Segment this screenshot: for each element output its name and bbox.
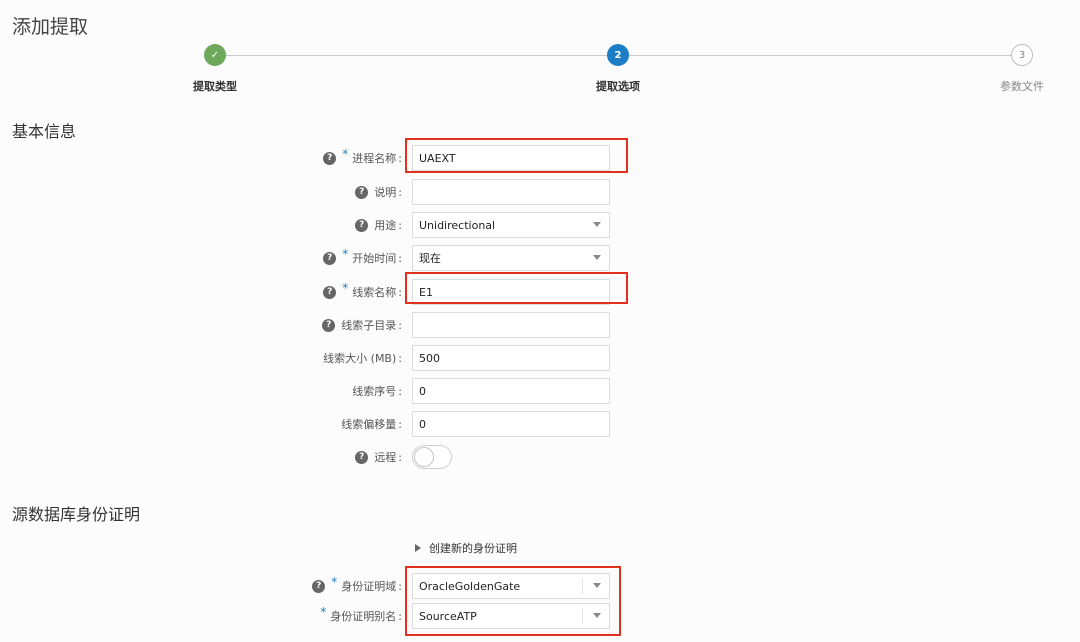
step-3-marker[interactable]: 3: [1011, 44, 1033, 66]
credential-alias-label: * 身份证明别名:: [320, 605, 402, 623]
trail-offset-input[interactable]: 0: [412, 411, 610, 437]
chevron-down-icon[interactable]: [593, 255, 601, 260]
highlight-box-process-name: [405, 138, 628, 173]
trail-size-label: 线索大小 (MB):: [323, 351, 402, 366]
required-marker: *: [331, 575, 338, 589]
section-credentials-title: 源数据库身份证明: [12, 505, 141, 524]
trail-name-label: ? * 线索名称:: [323, 279, 402, 305]
description-input[interactable]: [412, 179, 610, 205]
remote-toggle[interactable]: [412, 445, 452, 469]
highlight-box-trail-name: [405, 272, 628, 304]
chevron-down-icon[interactable]: [593, 222, 601, 227]
help-icon[interactable]: ?: [355, 218, 369, 232]
page-title: 添加提取: [12, 16, 89, 38]
trail-seq-input[interactable]: 0: [412, 378, 610, 404]
trail-seq-label: 线索序号:: [352, 384, 402, 399]
disclosure-triangle-icon: [415, 544, 421, 552]
step-2-label: 提取选项: [596, 80, 640, 93]
trail-offset-label: 线索偏移量:: [341, 417, 402, 432]
help-icon[interactable]: ?: [312, 579, 326, 593]
help-icon[interactable]: ?: [322, 318, 336, 332]
help-icon[interactable]: ?: [323, 251, 337, 265]
toggle-knob: [414, 447, 434, 467]
step-2-marker[interactable]: 2: [607, 44, 629, 66]
help-icon[interactable]: ?: [355, 450, 369, 464]
description-label: ? 说明:: [355, 179, 402, 205]
section-basic-title: 基本信息: [12, 122, 77, 141]
step-1-label: 提取类型: [193, 80, 237, 93]
usage-label: ? 用途:: [355, 212, 402, 238]
step-3-label: 参数文件: [1000, 80, 1044, 93]
required-marker: *: [342, 147, 349, 161]
start-time-select[interactable]: 现在: [412, 245, 610, 271]
help-icon[interactable]: ?: [355, 185, 369, 199]
highlight-box-credentials: [405, 566, 621, 636]
process-name-label: ? * 进程名称:: [323, 145, 402, 171]
required-marker: *: [342, 281, 349, 295]
trail-size-input[interactable]: 500: [412, 345, 610, 371]
remote-label: ? 远程:: [355, 444, 402, 470]
required-marker: *: [342, 247, 349, 261]
create-credential-toggle[interactable]: 创建新的身份证明: [415, 540, 517, 556]
required-marker: *: [320, 605, 327, 619]
trail-subdir-input[interactable]: [412, 312, 610, 338]
help-icon[interactable]: ?: [323, 151, 337, 165]
help-icon[interactable]: ?: [323, 285, 337, 299]
step-1-check-icon[interactable]: ✓: [204, 44, 226, 66]
start-time-label: ? * 开始时间:: [323, 245, 402, 271]
usage-select[interactable]: Unidirectional: [412, 212, 610, 238]
credential-domain-label: ? * 身份证明域:: [312, 573, 402, 599]
trail-subdir-label: ? 线索子目录:: [322, 312, 402, 338]
